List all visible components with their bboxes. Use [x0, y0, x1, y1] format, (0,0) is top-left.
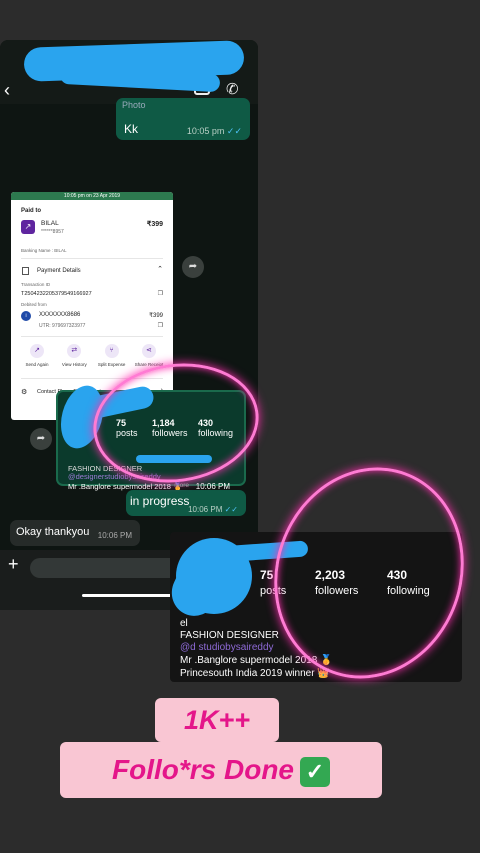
plus-icon[interactable]: +	[8, 554, 19, 575]
home-indicator	[82, 594, 182, 597]
profile-name: el	[180, 618, 188, 629]
forward-icon[interactable]: ➦	[182, 256, 204, 278]
transaction-id: T2504232205379549166927	[21, 291, 92, 297]
merchant-logo-icon: ↗	[21, 220, 35, 234]
view-history-action: ⇄ View History	[56, 344, 92, 367]
payment-details-label: Payment Details	[37, 268, 81, 274]
message-in-progress[interactable]: in progress 10:06 PM ✓✓	[126, 490, 246, 516]
profile-bio-line: Princesouth India 2019 winner 👑	[180, 668, 330, 679]
message-text: Okay thankyou	[16, 526, 90, 538]
copy-icon: ❐	[157, 291, 163, 297]
receipt-timestamp: 10:05 pm on 23 Apr 2019	[11, 192, 173, 200]
debited-from-label: Debited from	[21, 302, 47, 307]
divider	[21, 258, 163, 259]
paid-to-label: Paid to	[21, 208, 42, 214]
transaction-id-label: Transaction ID	[21, 282, 51, 287]
message-kk[interactable]: Photo Kk 10:05 pm ✓✓	[116, 98, 250, 140]
paid-amount: ₹399	[146, 221, 163, 228]
banking-name: Banking Name : BILAL	[21, 248, 67, 253]
payee-phone: ******8957	[41, 229, 64, 235]
send-icon: ↗	[30, 344, 44, 358]
history-icon: ⇄	[67, 344, 82, 358]
forward-icon[interactable]: ➦	[30, 428, 52, 450]
chevron-up-icon: ⌃	[157, 266, 163, 273]
phone-call-icon[interactable]: ✆	[226, 80, 239, 98]
divider	[21, 336, 163, 337]
message-time: 10:06 PM ✓✓	[188, 505, 238, 514]
message-text: Kk	[124, 122, 139, 136]
account-number: XXXXXXX8686	[39, 312, 81, 318]
bank-icon: i	[21, 311, 31, 321]
story-canvas: ‹ ✆ Photo Kk 10:05 pm ✓✓ 10:05 pm on 23 …	[0, 0, 480, 853]
split-expense-action: ⑂ Split Expense	[94, 344, 130, 367]
message-okay-thankyou[interactable]: Okay thankyou 10:06 PM	[10, 520, 140, 546]
share-receipt-action: ⋖ Share Receipt	[131, 344, 167, 367]
caption-line-1: 1K++	[155, 698, 279, 742]
message-time: 10:05 pm ✓✓	[186, 126, 242, 136]
receipt-actions: ↗ Send Again ⇄ View History ⑂ Split Expense…	[19, 344, 167, 367]
caption-text: Follo*rs Done	[111, 754, 294, 785]
check-mark-icon: ✓	[300, 756, 330, 787]
split-icon: ⑂	[104, 344, 119, 358]
utr-number: UTR: 979697323977	[39, 323, 86, 329]
payee-name: BILAL	[41, 220, 59, 227]
caption-line-2: Follo*rs Done ✓	[60, 742, 382, 798]
send-again-action: ↗ Send Again	[19, 344, 55, 367]
support-icon: ⚙	[21, 389, 28, 396]
document-icon	[22, 267, 29, 275]
message-text: in progress	[130, 494, 190, 508]
copy-icon: ❐	[157, 323, 163, 329]
share-icon: ⋖	[141, 344, 156, 358]
more-link[interactable]: more	[174, 482, 189, 489]
action-label: View History	[61, 362, 87, 367]
debit-amount: ₹399	[149, 313, 163, 319]
chat-screenshot: ‹ ✆ Photo Kk 10:05 pm ✓✓ 10:05 pm on 23 …	[0, 40, 258, 610]
back-icon[interactable]: ‹	[4, 80, 10, 101]
profile-title: FASHION DESIGNER	[180, 630, 279, 641]
action-label: Send Again	[25, 362, 49, 367]
photo-label: Photo	[122, 100, 146, 110]
action-label: Split Expense	[97, 362, 126, 367]
profile-handle[interactable]: @d studiobysaireddy	[180, 642, 274, 653]
message-time: 10:06 PM	[97, 531, 132, 540]
